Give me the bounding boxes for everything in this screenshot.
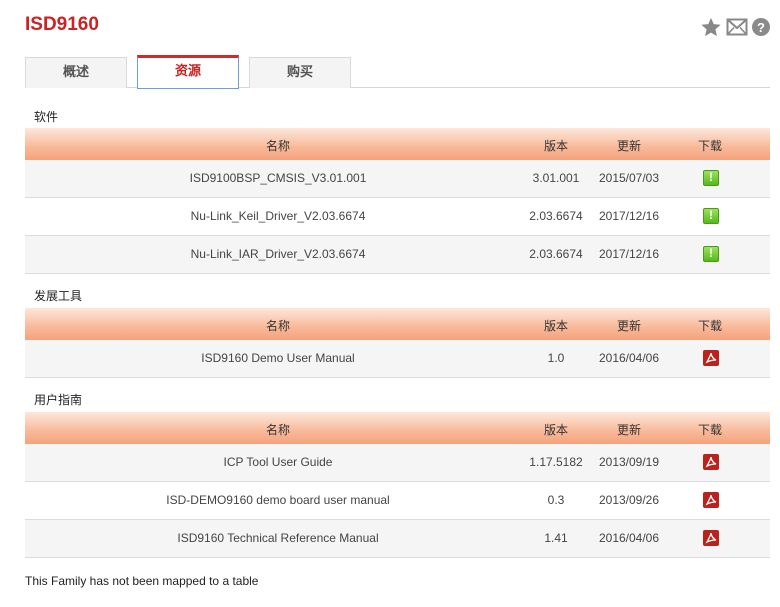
header-download: 下载 — [697, 423, 723, 437]
table-row: Nu-Link_IAR_Driver_V2.03.6674 2.03.6674 … — [25, 236, 770, 274]
section-label-software: 软件 — [34, 110, 59, 124]
mail-icon[interactable] — [726, 16, 748, 38]
page-title: ISD9160 — [25, 14, 99, 35]
table-header: 名称 版本 更新 下载 — [25, 412, 770, 444]
footer-note: This Family has not been mapped to a tab… — [25, 574, 259, 588]
header-name: 名称 — [265, 139, 291, 153]
top-actions: ? — [700, 16, 770, 38]
header-version: 版本 — [543, 423, 569, 437]
section-label-user-guide: 用户指南 — [34, 393, 83, 407]
header-date: 更新 — [616, 139, 642, 153]
table-row: ISD9160 Technical Reference Manual 1.41 … — [25, 520, 770, 558]
zip-download-icon[interactable] — [703, 170, 719, 186]
table-header: 名称 版本 更新 下载 — [25, 128, 770, 160]
tab-purchase[interactable]: 购买 — [249, 57, 351, 88]
pdf-icon[interactable] — [703, 530, 719, 546]
header-version: 版本 — [543, 319, 569, 333]
row-date: 2016/04/06 — [598, 531, 660, 545]
row-version: 1.17.5182 — [529, 455, 583, 469]
table-row: Nu-Link_Keil_Driver_V2.03.6674 2.03.6674… — [25, 198, 770, 236]
help-icon[interactable]: ? — [752, 18, 770, 36]
table-row: ISD-DEMO9160 demo board user manual 0.3 … — [25, 482, 770, 520]
row-version: 0.3 — [547, 493, 565, 507]
row-name[interactable]: ISD9160 Technical Reference Manual — [177, 531, 378, 545]
tab-overview[interactable]: 概述 — [25, 57, 127, 88]
header-name: 名称 — [265, 319, 291, 333]
row-name[interactable]: ICP Tool User Guide — [224, 455, 333, 469]
table-row: ISD9100BSP_CMSIS_V3.01.001 3.01.001 2015… — [25, 160, 770, 198]
pdf-icon[interactable] — [703, 350, 719, 366]
row-version: 1.0 — [547, 351, 565, 365]
row-version: 1.41 — [544, 531, 568, 545]
row-version: 2.03.6674 — [529, 209, 583, 223]
row-name[interactable]: Nu-Link_Keil_Driver_V2.03.6674 — [191, 209, 366, 223]
row-date: 2013/09/26 — [598, 493, 660, 507]
header-download: 下载 — [697, 139, 723, 153]
table-row: ISD9160 Demo User Manual 1.0 2016/04/06 — [25, 340, 770, 378]
row-date: 2017/12/16 — [598, 247, 660, 261]
header-date: 更新 — [616, 423, 642, 437]
row-date: 2017/12/16 — [598, 209, 660, 223]
tab-bar: 概述 资源 购买 — [25, 55, 770, 89]
row-date: 2013/09/19 — [598, 455, 660, 469]
header-name: 名称 — [265, 423, 291, 437]
zip-download-icon[interactable] — [703, 208, 719, 224]
header-date: 更新 — [616, 319, 642, 333]
row-date: 2016/04/06 — [598, 351, 660, 365]
row-name[interactable]: Nu-Link_IAR_Driver_V2.03.6674 — [191, 247, 366, 261]
table-header: 名称 版本 更新 下载 — [25, 308, 770, 340]
zip-download-icon[interactable] — [703, 246, 719, 262]
row-name[interactable]: ISD-DEMO9160 demo board user manual — [166, 493, 389, 507]
row-name[interactable]: ISD9100BSP_CMSIS_V3.01.001 — [190, 171, 367, 185]
row-name[interactable]: ISD9160 Demo User Manual — [201, 351, 354, 365]
row-date: 2015/07/03 — [598, 171, 660, 185]
table-row: ICP Tool User Guide 1.17.5182 2013/09/19 — [25, 444, 770, 482]
header-download: 下载 — [697, 319, 723, 333]
header-version: 版本 — [543, 139, 569, 153]
row-version: 2.03.6674 — [529, 247, 583, 261]
pdf-icon[interactable] — [703, 492, 719, 508]
pdf-icon[interactable] — [703, 454, 719, 470]
section-label-dev-tools: 发展工具 — [34, 289, 83, 303]
tab-resources[interactable]: 资源 — [137, 55, 239, 89]
row-version: 3.01.001 — [532, 171, 580, 185]
star-icon[interactable] — [700, 16, 722, 38]
